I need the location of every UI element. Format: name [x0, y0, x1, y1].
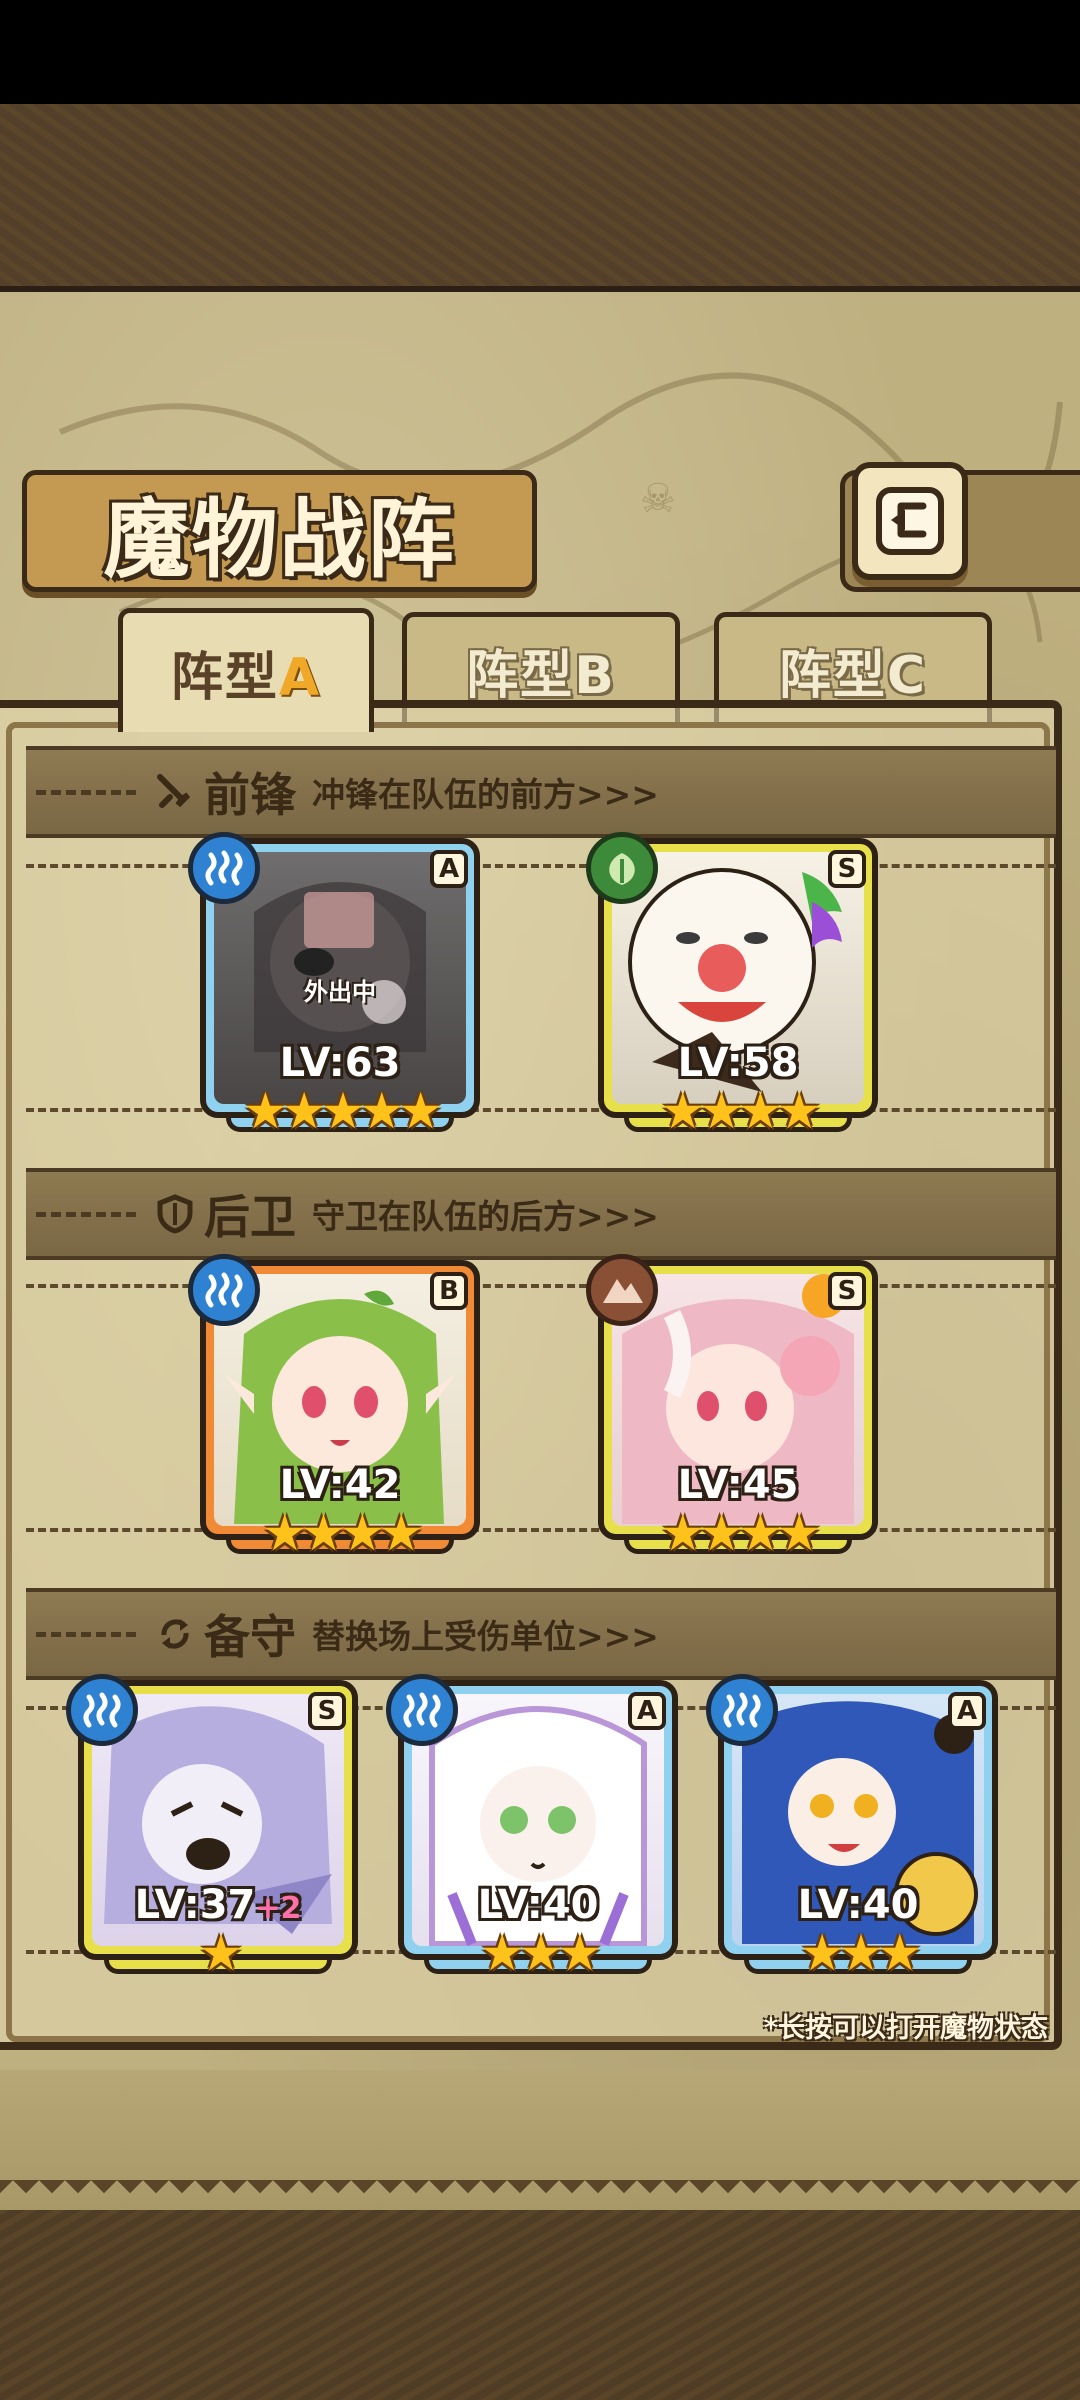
- level-label: LV:40: [797, 1882, 919, 1928]
- level-label: LV:42: [279, 1462, 401, 1508]
- row-line: [26, 864, 1056, 868]
- section-description: 守卫在队伍的后方>>>: [312, 1197, 659, 1236]
- level-label: LV:58: [677, 1040, 799, 1086]
- tab-formation-a[interactable]: 阵型A: [118, 608, 374, 732]
- tab-label: 阵型: [778, 646, 887, 706]
- divider-dash: [36, 1631, 136, 1637]
- swap-icon: [161, 1619, 189, 1649]
- return-arrow-icon: [876, 487, 944, 555]
- earth-element-icon: [586, 1254, 658, 1326]
- tab-letter: B: [574, 646, 616, 706]
- section-title: 后卫: [204, 1190, 296, 1244]
- status-label: 外出中: [304, 978, 376, 1006]
- water-element-icon: [386, 1674, 458, 1746]
- star-rating: ★★★★: [262, 1504, 423, 1562]
- star-rating: ★★★: [799, 1924, 922, 1982]
- tab-letter: A: [278, 648, 322, 708]
- long-press-hint: *长按可以打开魔物状态: [763, 2013, 1048, 2044]
- level-value: LV:37: [134, 1882, 256, 1928]
- section-title: 前锋: [204, 768, 296, 822]
- level-label: LV:63: [279, 1040, 401, 1086]
- water-element-icon: [188, 1254, 260, 1326]
- backdrop-bottom: [0, 2210, 1080, 2400]
- backdrop-top: [0, 104, 1080, 296]
- shield-icon: [157, 1194, 193, 1234]
- tab-letter: C: [886, 646, 928, 706]
- star-rating: ★★★★: [660, 1082, 821, 1140]
- star-rating: ★: [198, 1924, 244, 1982]
- rank-badge: S: [308, 1692, 346, 1730]
- section-description: 冲锋在队伍的前方>>>: [312, 775, 659, 814]
- section-title: 备守: [204, 1610, 296, 1664]
- status-bar: [0, 0, 1080, 104]
- water-element-icon: [706, 1674, 778, 1746]
- level-label: LV:40: [477, 1882, 599, 1928]
- divider-dash: [36, 789, 136, 795]
- svg-text:☠: ☠: [640, 476, 676, 522]
- row-line: [26, 1108, 1056, 1112]
- rank-badge: A: [948, 1692, 986, 1730]
- star-rating: ★★★: [479, 1924, 602, 1982]
- rank-badge: A: [430, 850, 468, 888]
- level-label: LV:45: [677, 1462, 799, 1508]
- level-label: LV:37+2: [84, 1882, 352, 1928]
- rank-badge: S: [828, 1272, 866, 1310]
- row-line: [26, 1528, 1056, 1532]
- tab-label: 阵型: [466, 646, 575, 706]
- divider-dash: [36, 1211, 136, 1217]
- level-bonus: +2: [255, 1891, 302, 1926]
- torn-edge: [0, 2180, 1080, 2206]
- section-header-front: 前锋 冲锋在队伍的前方>>>: [26, 746, 1056, 838]
- tab-label: 阵型: [170, 648, 279, 708]
- wood-element-icon: [586, 832, 658, 904]
- rank-badge: A: [628, 1692, 666, 1730]
- rank-badge: S: [828, 850, 866, 888]
- section-header-reserve: 备守 替换场上受伤单位>>>: [26, 1588, 1056, 1680]
- page-title: 魔物战阵: [103, 488, 456, 590]
- sword-icon: [157, 774, 191, 808]
- back-button[interactable]: [852, 462, 968, 580]
- section-header-rear: 后卫 守卫在队伍的后方>>>: [26, 1168, 1056, 1260]
- star-rating: ★★★★: [660, 1504, 821, 1562]
- star-rating: ★★★★★: [242, 1082, 443, 1140]
- water-element-icon: [188, 832, 260, 904]
- section-description: 替换场上受伤单位>>>: [312, 1617, 659, 1656]
- water-element-icon: [66, 1674, 138, 1746]
- row-line: [26, 1284, 1056, 1288]
- title-banner: 魔物战阵: [22, 470, 537, 592]
- rank-badge: B: [430, 1272, 468, 1310]
